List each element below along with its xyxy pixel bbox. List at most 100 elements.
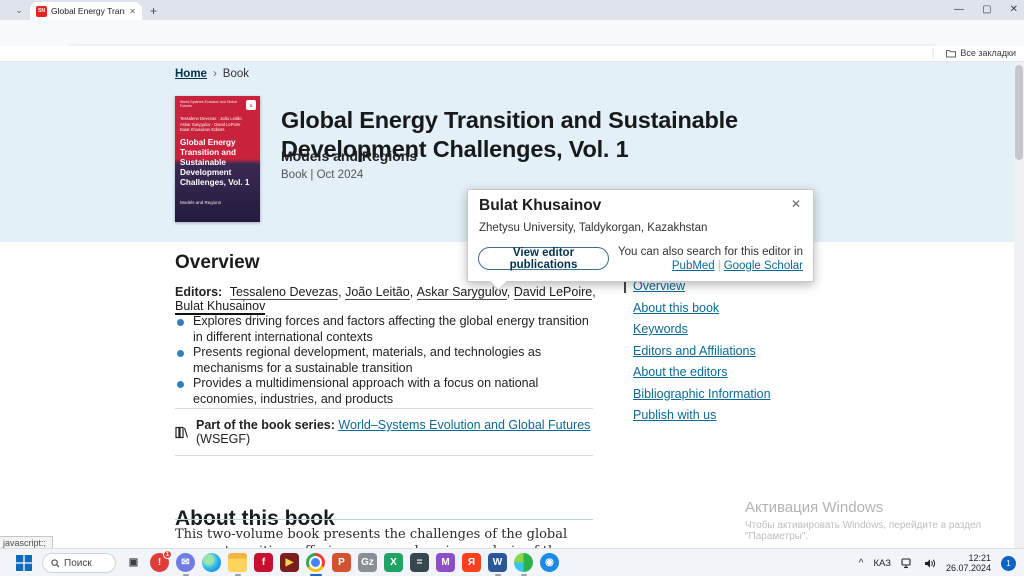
- cover-subtitle-text: Models and Regions: [180, 200, 221, 205]
- site-favicon: SN: [36, 6, 47, 17]
- taskbar-search[interactable]: Поиск: [42, 553, 116, 573]
- editors-label: Editors:: [175, 285, 222, 299]
- volume-icon[interactable]: [924, 558, 936, 569]
- taskbar-icon-calculator[interactable]: =: [410, 553, 429, 572]
- taskbar-icon-media-player[interactable]: ▶: [280, 553, 299, 572]
- taskbar-icon-powerpoint[interactable]: P: [332, 553, 351, 572]
- google-scholar-link[interactable]: Google Scholar: [724, 260, 803, 272]
- highlight-bullet-item: Provides a multidimensional approach wit…: [175, 376, 600, 407]
- book-series-icon: [175, 426, 189, 439]
- status-bar-link-preview: javascript:;: [0, 536, 53, 548]
- gz-glyph: Gz: [361, 558, 374, 568]
- new-tab-button[interactable]: +: [150, 4, 157, 18]
- cover-series-text: World-Systems Evolution and Global Futur…: [180, 100, 240, 108]
- book-meta: Book | Oct 2024: [281, 169, 363, 181]
- book-cover: World-Systems Evolution and Global Futur…: [175, 96, 260, 222]
- highlight-bullet-item: Explores driving forces and factors affe…: [175, 314, 600, 345]
- taskbar-icon-photos[interactable]: ◉: [540, 553, 559, 572]
- screen: ⌄ SN Global Energy Transition and S ✕ + …: [0, 0, 1024, 576]
- taskbar-icon-edge[interactable]: [202, 553, 221, 572]
- popup-search-links: You can also search for this editor in P…: [618, 245, 803, 273]
- popup-close-icon[interactable]: ✕: [791, 197, 801, 211]
- taskbar-icon-explorer[interactable]: [228, 553, 247, 572]
- popup-editor-name: Bulat Khusainov: [479, 197, 601, 215]
- messenger-glyph: !: [158, 558, 161, 568]
- tab-close-icon[interactable]: ✕: [129, 7, 136, 16]
- overview-heading: Overview: [175, 252, 260, 274]
- window-minimize-button[interactable]: —: [954, 4, 964, 15]
- page-scrollbar[interactable]: [1014, 62, 1024, 548]
- all-bookmarks-button[interactable]: │ Все закладки: [931, 48, 1016, 58]
- taskbar-icon-chat[interactable]: ✉: [176, 553, 195, 572]
- about-paragraph: This two-volume book presents the challe…: [175, 526, 600, 548]
- editor-link-item: David LePoire: [514, 285, 596, 300]
- browser-tab[interactable]: SN Global Energy Transition and S ✕: [30, 2, 142, 20]
- start-button[interactable]: [16, 555, 32, 571]
- cover-title-text: Global Energy Transition and Sustainable…: [180, 138, 252, 188]
- page-viewport: Home › Book World-Systems Evolution and …: [0, 62, 1024, 548]
- calculator-glyph: =: [417, 558, 423, 568]
- sections-nav: OverviewAbout this bookKeywordsEditors a…: [633, 280, 1013, 431]
- series-label: Part of the book series:: [196, 418, 335, 432]
- editors-list: Tessaleno Devezas João Leitão Askar Sarygu…: [175, 285, 596, 315]
- editor-link[interactable]: Bulat Khusainov: [175, 299, 265, 315]
- tab-title: Global Energy Transition and S: [51, 6, 125, 16]
- breadcrumb-home-link[interactable]: Home: [175, 68, 207, 80]
- editor-popup: Bulat Khusainov ✕ Zhetysu University, Ta…: [467, 189, 814, 282]
- sections-nav-item: About the editors: [633, 366, 1013, 379]
- paint-glyph: M: [441, 558, 449, 568]
- editors-line: Editors: Tessaleno Devezas João Leitão Ask…: [175, 285, 605, 313]
- highlight-bullet-item: Presents regional development, materials…: [175, 345, 600, 376]
- popup-search-text: You can also search for this editor in: [618, 245, 803, 259]
- sections-nav-item: Bibliographic Information: [633, 388, 1013, 401]
- pubmed-link[interactable]: PubMed: [672, 260, 715, 272]
- chat-glyph: ✉: [181, 558, 189, 568]
- taskbar-icon-task-view[interactable]: ▣: [124, 553, 143, 572]
- publisher-logo-icon: S: [246, 100, 256, 110]
- photos-glyph: ◉: [545, 558, 554, 568]
- clock[interactable]: 12:21 26.07.2024: [946, 553, 991, 573]
- taskbar-icon-app-red[interactable]: f: [254, 553, 273, 572]
- window-maximize-button[interactable]: ▢: [982, 4, 991, 15]
- page-subtitle: Models and Regions: [281, 148, 417, 164]
- editor-link[interactable]: David LePoire: [514, 285, 593, 300]
- tray-hidden-icons-chevron[interactable]: ^: [859, 558, 864, 569]
- tab-search-icon[interactable]: ⌄: [8, 3, 30, 17]
- taskbar: Поиск ▣!1✉f▶PGzX=MЯW◉ ^ КАЗ 12:21 26.07.…: [0, 548, 1024, 576]
- browser-toolbar: ← → ⟳ link.springer.com/book/97830316758…: [0, 20, 1024, 46]
- window-close-button[interactable]: ✕: [1010, 4, 1018, 15]
- search-icon: [51, 559, 60, 568]
- windows-activation-watermark: Активация Windows Чтобы активировать Win…: [745, 499, 1024, 542]
- series-link[interactable]: World–Systems Evolution and Global Futur…: [338, 418, 590, 432]
- system-tray: ^ КАЗ 12:21 26.07.2024 1: [859, 549, 1016, 576]
- editor-link[interactable]: João Leitão: [345, 285, 410, 300]
- bookmarks-bar: [0, 46, 1024, 62]
- notification-badge[interactable]: 1: [1001, 556, 1016, 571]
- excel-glyph: X: [390, 558, 397, 568]
- view-editor-publications-button[interactable]: View editor publications: [478, 247, 609, 270]
- media-player-glyph: ▶: [286, 558, 294, 568]
- taskbar-icon-messenger[interactable]: !1: [150, 553, 169, 572]
- sections-nav-item: Keywords: [633, 323, 1013, 336]
- taskbar-icon-word[interactable]: W: [488, 553, 507, 572]
- sections-nav-item: Publish with us: [633, 409, 1013, 422]
- taskbar-icon-gz[interactable]: Gz: [358, 553, 377, 572]
- scrollbar-thumb[interactable]: [1015, 65, 1023, 160]
- powerpoint-glyph: P: [338, 558, 345, 568]
- popup-affiliation: Zhetysu University, Taldykorgan, Kazakhs…: [479, 222, 707, 234]
- taskbar-icon-maps[interactable]: [514, 553, 533, 572]
- taskbar-icon-chrome[interactable]: [306, 553, 325, 572]
- taskbar-icon-excel[interactable]: X: [384, 553, 403, 572]
- series-abbr: (WSEGF): [196, 432, 250, 446]
- book-series-row: Part of the book series: World–Systems E…: [175, 408, 593, 456]
- sections-nav-item: Editors and Affiliations: [633, 345, 1013, 358]
- taskbar-badge: 1: [163, 550, 172, 559]
- keyboard-language-indicator[interactable]: КАЗ: [873, 558, 891, 569]
- cover-editors-text: Tessaleno Devezas · João Leitão Askar Sa…: [180, 116, 250, 133]
- network-icon[interactable]: [901, 558, 914, 569]
- editor-link-item: Bulat Khusainov: [175, 299, 265, 315]
- editor-link[interactable]: Tessaleno Devezas: [230, 285, 338, 300]
- taskbar-icon-yandex[interactable]: Я: [462, 553, 481, 572]
- taskbar-icon-paint[interactable]: M: [436, 553, 455, 572]
- editor-link[interactable]: Askar Sarygulov: [417, 285, 507, 300]
